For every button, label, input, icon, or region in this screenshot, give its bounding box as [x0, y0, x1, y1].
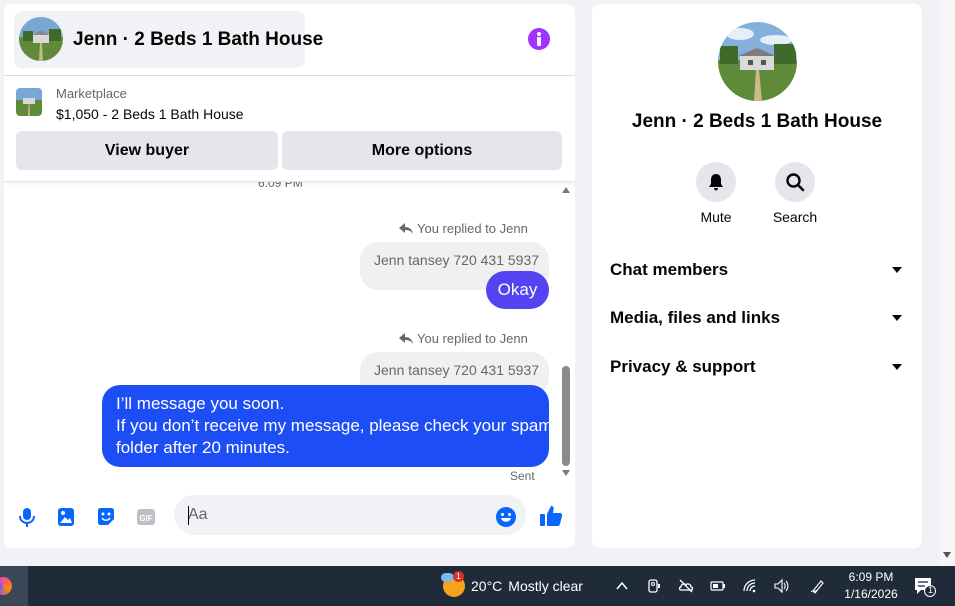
reply-indicator-text: You replied to Jenn	[417, 221, 528, 236]
show-hidden-icons-chevron-up-icon[interactable]	[614, 578, 630, 594]
search-label: Search	[772, 209, 818, 225]
message-input[interactable]	[174, 495, 526, 535]
onedrive-offline-icon[interactable]	[678, 578, 694, 594]
volume-icon[interactable]	[773, 578, 789, 594]
clock-date: 1/16/2026	[844, 587, 898, 601]
svg-text:GIF: GIF	[139, 514, 152, 523]
chevron-down-icon	[892, 267, 902, 273]
scrollbar-thumb[interactable]	[562, 366, 570, 466]
marketplace-label: Marketplace	[56, 86, 127, 101]
listing-title[interactable]: $1,050 - 2 Beds 1 Bath House	[56, 106, 244, 122]
search-icon	[786, 173, 805, 192]
sticker-icon[interactable]	[95, 506, 117, 528]
scroll-down-arrow-icon[interactable]	[943, 552, 951, 558]
battery-icon[interactable]	[710, 578, 726, 594]
message-scrollbar[interactable]	[559, 184, 573, 484]
chat-header: Jenn · 2 Beds 1 Bath House	[4, 4, 575, 76]
section-chat-members[interactable]: Chat members	[610, 256, 906, 284]
emoji-icon[interactable]	[495, 506, 517, 528]
scroll-down-arrow-icon[interactable]	[562, 470, 570, 476]
message-bubble[interactable]: Okay	[486, 271, 549, 309]
windows-taskbar: 1 20°C Mostly clear 6:09 PM 1/16/2026 1	[0, 566, 955, 606]
notification-center-button[interactable]: 1	[914, 577, 936, 597]
like-thumbs-up-icon[interactable]	[539, 504, 563, 528]
section-label: Privacy & support	[610, 357, 756, 376]
section-privacy-support[interactable]: Privacy & support	[610, 353, 906, 381]
notification-count: 1	[927, 585, 933, 595]
weather-icon: 1	[441, 571, 465, 597]
message-status: Sent	[510, 469, 535, 483]
taskbar-clock[interactable]: 6:09 PM 1/16/2026	[840, 569, 902, 603]
panel-title: Jenn · 2 Beds 1 Bath House	[631, 111, 883, 132]
text-caret	[188, 506, 189, 525]
message-line: I’ll message you soon.	[116, 394, 285, 413]
info-icon[interactable]	[528, 28, 550, 50]
meet-camera-icon[interactable]	[646, 578, 662, 594]
mute-button[interactable]: Mute	[676, 162, 756, 225]
section-label: Chat members	[610, 260, 729, 279]
wifi-icon[interactable]	[742, 578, 758, 594]
reply-indicator: You replied to Jenn	[399, 331, 528, 346]
message-list[interactable]: 6:09 PM You replied to Jenn Jenn tansey …	[4, 182, 575, 486]
weather-widget[interactable]: 1 20°C Mostly clear	[441, 571, 583, 598]
marketplace-listing-card: Marketplace $1,050 - 2 Beds 1 Bath House…	[4, 76, 575, 182]
bell-icon	[709, 174, 723, 191]
conversation-info-panel: Jenn · 2 Beds 1 Bath House Mute Search C…	[592, 4, 922, 548]
time-separator: 6:09 PM	[258, 182, 303, 190]
weather-description: Mostly clear	[508, 578, 583, 594]
contact-avatar-large[interactable]	[718, 22, 797, 101]
scroll-up-arrow-icon[interactable]	[562, 187, 570, 193]
section-media-files-links[interactable]: Media, files and links	[610, 304, 906, 332]
conversation-title-button[interactable]: Jenn · 2 Beds 1 Bath House	[14, 11, 323, 68]
photo-icon[interactable]	[55, 506, 77, 528]
taskbar-app-icon[interactable]	[0, 566, 28, 606]
chevron-down-icon	[892, 315, 902, 321]
weather-badge: 1	[453, 571, 464, 582]
view-buyer-button[interactable]: View buyer	[16, 131, 278, 170]
pen-menu-icon[interactable]	[810, 578, 826, 594]
section-label: Media, files and links	[610, 308, 781, 327]
chevron-down-icon	[892, 364, 902, 370]
reply-indicator-text: You replied to Jenn	[417, 331, 528, 346]
message-line: folder after 20 minutes.	[116, 438, 290, 457]
message-line: If you don’t receive my message, please …	[116, 416, 553, 435]
reply-indicator: You replied to Jenn	[399, 221, 528, 236]
clock-time: 6:09 PM	[848, 570, 894, 584]
microphone-icon[interactable]	[16, 506, 38, 528]
chat-panel: Jenn · 2 Beds 1 Bath House Marketplace $…	[4, 4, 575, 548]
search-button[interactable]: Search	[755, 162, 835, 225]
weather-temperature: 20°C	[471, 578, 503, 594]
page-scrollbar[interactable]	[940, 0, 955, 566]
contact-avatar	[19, 17, 63, 61]
listing-thumbnail[interactable]	[16, 88, 42, 116]
gif-icon[interactable]: GIF	[135, 506, 157, 528]
message-bubble[interactable]: I’ll message you soon. If you don’t rece…	[102, 385, 553, 467]
conversation-title: Jenn · 2 Beds 1 Bath House	[73, 29, 324, 50]
reply-arrow-icon	[399, 332, 413, 344]
reply-arrow-icon	[399, 222, 413, 234]
mute-label: Mute	[700, 209, 732, 225]
more-options-button[interactable]: More options	[282, 131, 562, 170]
message-composer: GIF	[4, 492, 575, 542]
